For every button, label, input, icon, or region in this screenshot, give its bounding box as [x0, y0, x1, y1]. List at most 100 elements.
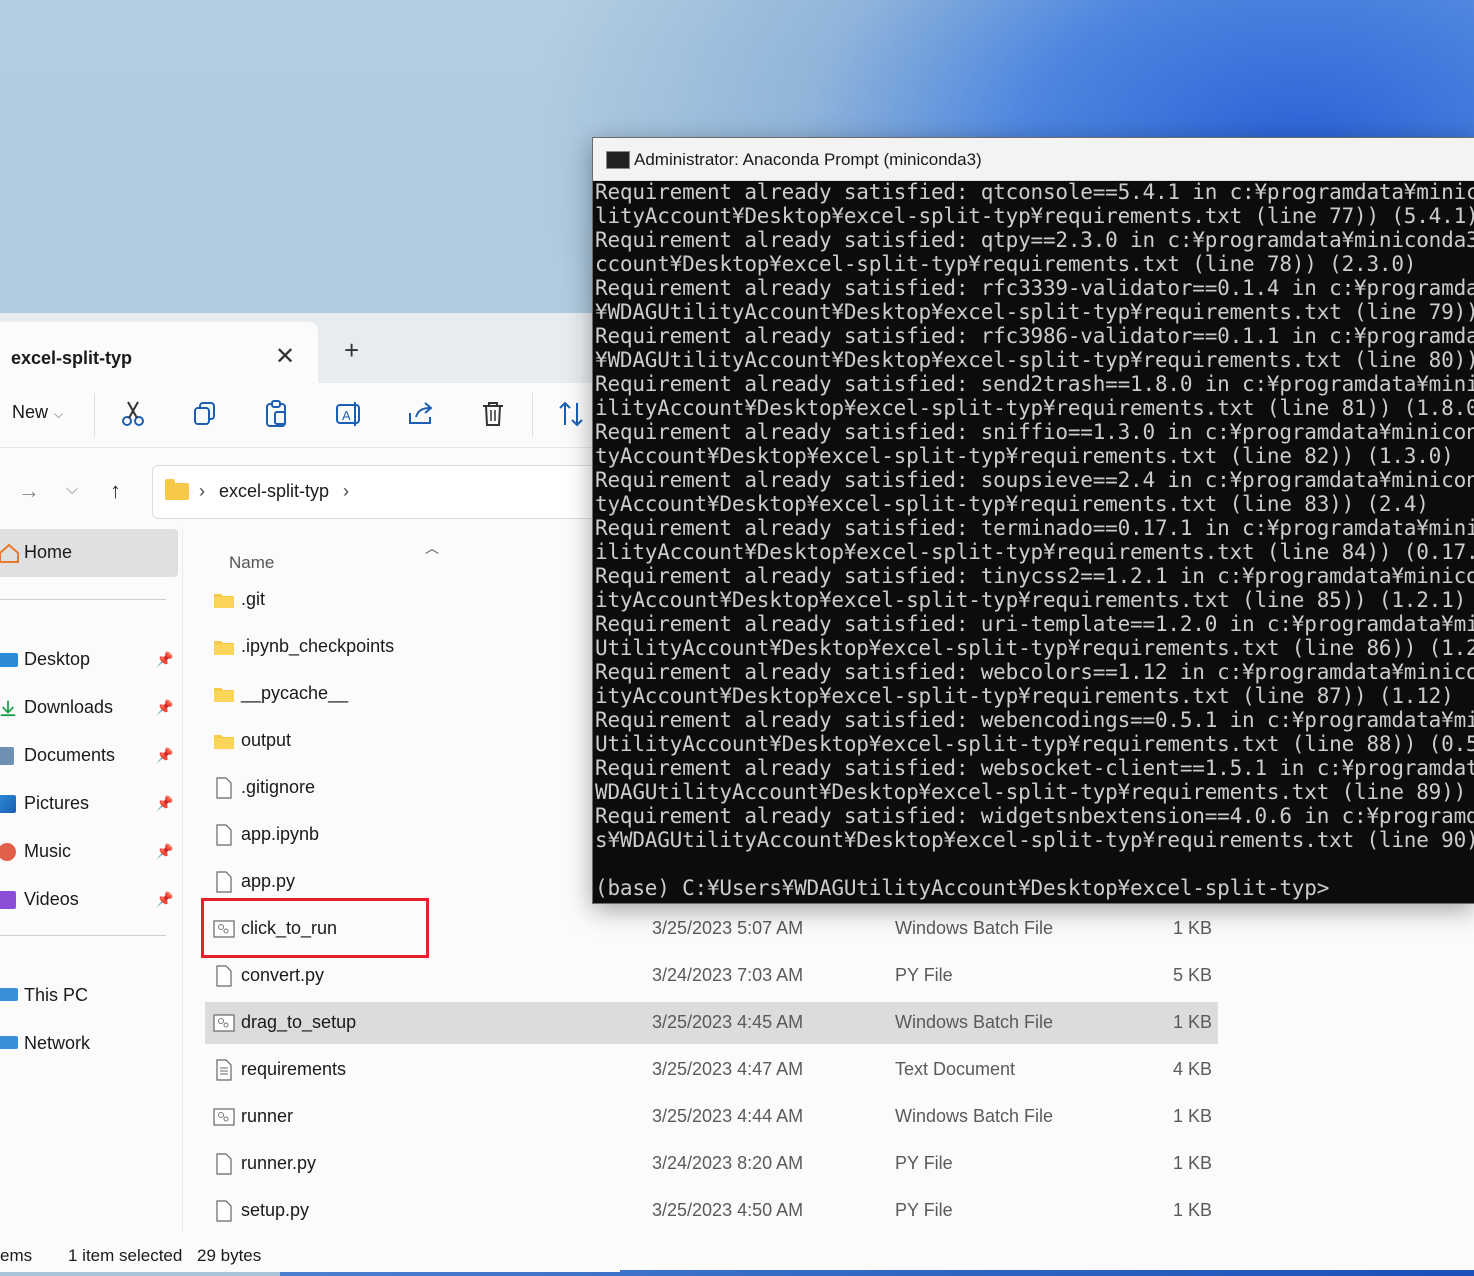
- home-icon: [0, 543, 19, 563]
- file-icon: [213, 1200, 235, 1222]
- sidebar-item-downloads[interactable]: Downloads 📌: [0, 687, 178, 727]
- file-date: 3/25/2023 4:45 AM: [652, 1012, 804, 1032]
- sidebar-label: Pictures: [24, 793, 90, 813]
- file-type: Windows Batch File: [895, 1012, 1054, 1032]
- navigation-pane: Home Desktop 📌 Downloads 📌 Documents 📌 P…: [0, 527, 183, 1232]
- share-icon[interactable]: [406, 399, 436, 429]
- console-line: ccount¥Desktop¥excel-split-typ¥requireme…: [595, 252, 1417, 276]
- copy-icon[interactable]: [190, 399, 220, 429]
- address-bar[interactable]: › excel-split-typ ›: [152, 465, 623, 519]
- console-line: Requirement already satisfied: uri-templ…: [595, 612, 1474, 636]
- command-bar: New ⌵ A: [0, 383, 620, 447]
- document-icon: [0, 747, 14, 765]
- file-name: runner.py: [241, 1153, 317, 1173]
- console-line: Requirement already satisfied: rfc3339-v…: [595, 276, 1474, 300]
- console-line: ityAccount¥Desktop¥excel-split-typ¥requi…: [595, 588, 1467, 612]
- console-prompt-line: (base) C:¥Users¥WDAGUtilityAccount¥Deskt…: [595, 876, 1330, 900]
- file-size: 1 KB: [1172, 918, 1212, 938]
- file-name: __pycache__: [241, 683, 349, 703]
- file-name: output: [241, 730, 292, 750]
- status-size: 29 bytes: [197, 1246, 262, 1265]
- pin-icon[interactable]: 📌: [156, 891, 173, 908]
- console-output[interactable]: Requirement already satisfied: qtconsole…: [595, 180, 1474, 900]
- sidebar-item-home[interactable]: Home: [0, 529, 178, 577]
- file-icon: [213, 777, 235, 799]
- pin-icon[interactable]: 📌: [156, 795, 173, 812]
- console-title-bar[interactable]: Administrator: Anaconda Prompt (minicond…: [593, 138, 1474, 181]
- console-app-icon: [606, 151, 630, 169]
- column-header-name[interactable]: Name: [229, 553, 274, 573]
- pin-icon[interactable]: 📌: [156, 651, 173, 668]
- sidebar-item-videos[interactable]: Videos 📌: [0, 879, 178, 919]
- close-icon[interactable]: ✕: [275, 342, 295, 371]
- file-name: .ipynb_checkpoints: [241, 636, 395, 656]
- up-arrow-icon[interactable]: ↑: [110, 478, 121, 504]
- sidebar-item-network[interactable]: Network: [0, 1023, 178, 1063]
- sort-icon[interactable]: [556, 399, 586, 429]
- file-row[interactable]: convert.py 3/24/2023 7:03 AM PY File 5 KB: [205, 955, 1218, 997]
- file-icon: [213, 871, 235, 893]
- cut-icon[interactable]: [118, 399, 148, 429]
- file-date: 3/25/2023 4:44 AM: [652, 1106, 804, 1126]
- tab-strip: excel-split-typ ✕ +: [0, 313, 620, 383]
- file-type: Windows Batch File: [895, 1106, 1054, 1126]
- file-row[interactable]: setup.py 3/25/2023 4:50 AM PY File 1 KB: [205, 1190, 1218, 1232]
- file-icon: [213, 1153, 235, 1175]
- new-button[interactable]: New ⌵: [12, 402, 63, 423]
- file-row[interactable]: click_to_run 3/25/2023 5:07 AM Windows Bat…: [205, 908, 1218, 950]
- file-size: 4 KB: [1172, 1059, 1212, 1079]
- file-name: .git: [241, 589, 266, 609]
- sidebar-item-music[interactable]: Music 📌: [0, 831, 178, 871]
- console-line: tyAccount¥Desktop¥excel-split-typ¥requir…: [595, 492, 1429, 516]
- sidebar-item-desktop[interactable]: Desktop 📌: [0, 639, 178, 679]
- folder-icon: [165, 479, 189, 500]
- sort-caret-icon: ︿: [425, 540, 439, 556]
- recent-chevron-icon[interactable]: ⌵: [66, 481, 78, 499]
- file-name: drag_to_setup: [241, 1012, 357, 1032]
- file-size: 5 KB: [1172, 965, 1212, 985]
- delete-icon[interactable]: [478, 399, 508, 429]
- computer-icon: [0, 988, 18, 1001]
- file-name: requirements: [241, 1059, 347, 1079]
- console-line: UtilityAccount¥Desktop¥excel-split-typ¥r…: [595, 732, 1474, 756]
- new-label: New: [12, 402, 49, 422]
- pin-icon[interactable]: 📌: [156, 747, 173, 764]
- batch-file-icon: [213, 1012, 235, 1034]
- console-line: Requirement already satisfied: widgetsnb…: [595, 804, 1474, 828]
- rename-icon[interactable]: A: [334, 399, 364, 429]
- console-line: Requirement already satisfied: rfc3986-v…: [595, 324, 1474, 348]
- file-name: click_to_run: [241, 918, 338, 938]
- pin-icon[interactable]: 📌: [156, 699, 173, 716]
- status-bar: ems 1 item selected 29 bytes: [0, 1232, 620, 1272]
- anaconda-prompt-window[interactable]: Administrator: Anaconda Prompt (minicond…: [592, 137, 1474, 904]
- forward-arrow-icon[interactable]: →: [18, 478, 40, 504]
- sidebar-item-this-pc[interactable]: This PC: [0, 975, 178, 1015]
- file-size: 1 KB: [1172, 1153, 1212, 1173]
- chevron-down-icon: ⌵: [54, 407, 64, 421]
- sidebar-item-pictures[interactable]: Pictures 📌: [0, 783, 178, 823]
- paste-icon[interactable]: [262, 399, 292, 429]
- add-tab-icon[interactable]: +: [344, 335, 359, 366]
- file-row[interactable]: requirements 3/25/2023 4:47 AM Text Docume…: [205, 1049, 1218, 1091]
- text-document-icon: [213, 1059, 235, 1081]
- sidebar-label: Downloads: [24, 697, 114, 717]
- console-line: ilityAccount¥Desktop¥excel-split-typ¥req…: [595, 540, 1474, 564]
- file-row[interactable]: runner.py 3/24/2023 8:20 AM PY File 1 KB: [205, 1143, 1218, 1185]
- console-line: Requirement already satisfied: send2tras…: [595, 372, 1474, 396]
- breadcrumb-folder[interactable]: excel-split-typ: [219, 481, 329, 502]
- pin-icon[interactable]: 📌: [156, 843, 173, 860]
- file-row[interactable]: runner 3/25/2023 4:44 AM Windows Batch Fil…: [205, 1096, 1218, 1138]
- file-row[interactable]: drag_to_setup 3/25/2023 4:45 AM Windows Ba…: [205, 1002, 1218, 1044]
- tab-excel-split-typ[interactable]: excel-split-typ ✕: [0, 322, 318, 383]
- console-line: UtilityAccount¥Desktop¥excel-split-typ¥r…: [595, 636, 1474, 660]
- file-size: 1 KB: [1172, 1106, 1212, 1126]
- toolbar-divider: [532, 393, 533, 437]
- download-icon: [0, 700, 16, 717]
- breadcrumb-chevron-icon[interactable]: ›: [343, 481, 349, 502]
- console-line: ¥WDAGUtilityAccount¥Desktop¥excel-split-…: [595, 348, 1474, 372]
- sidebar-divider: [0, 935, 166, 936]
- file-date: 3/25/2023 5:07 AM: [652, 918, 804, 938]
- sidebar-item-documents[interactable]: Documents 📌: [0, 735, 178, 775]
- file-type: Windows Batch File: [895, 918, 1054, 938]
- status-selected: 1 item selected: [68, 1246, 183, 1265]
